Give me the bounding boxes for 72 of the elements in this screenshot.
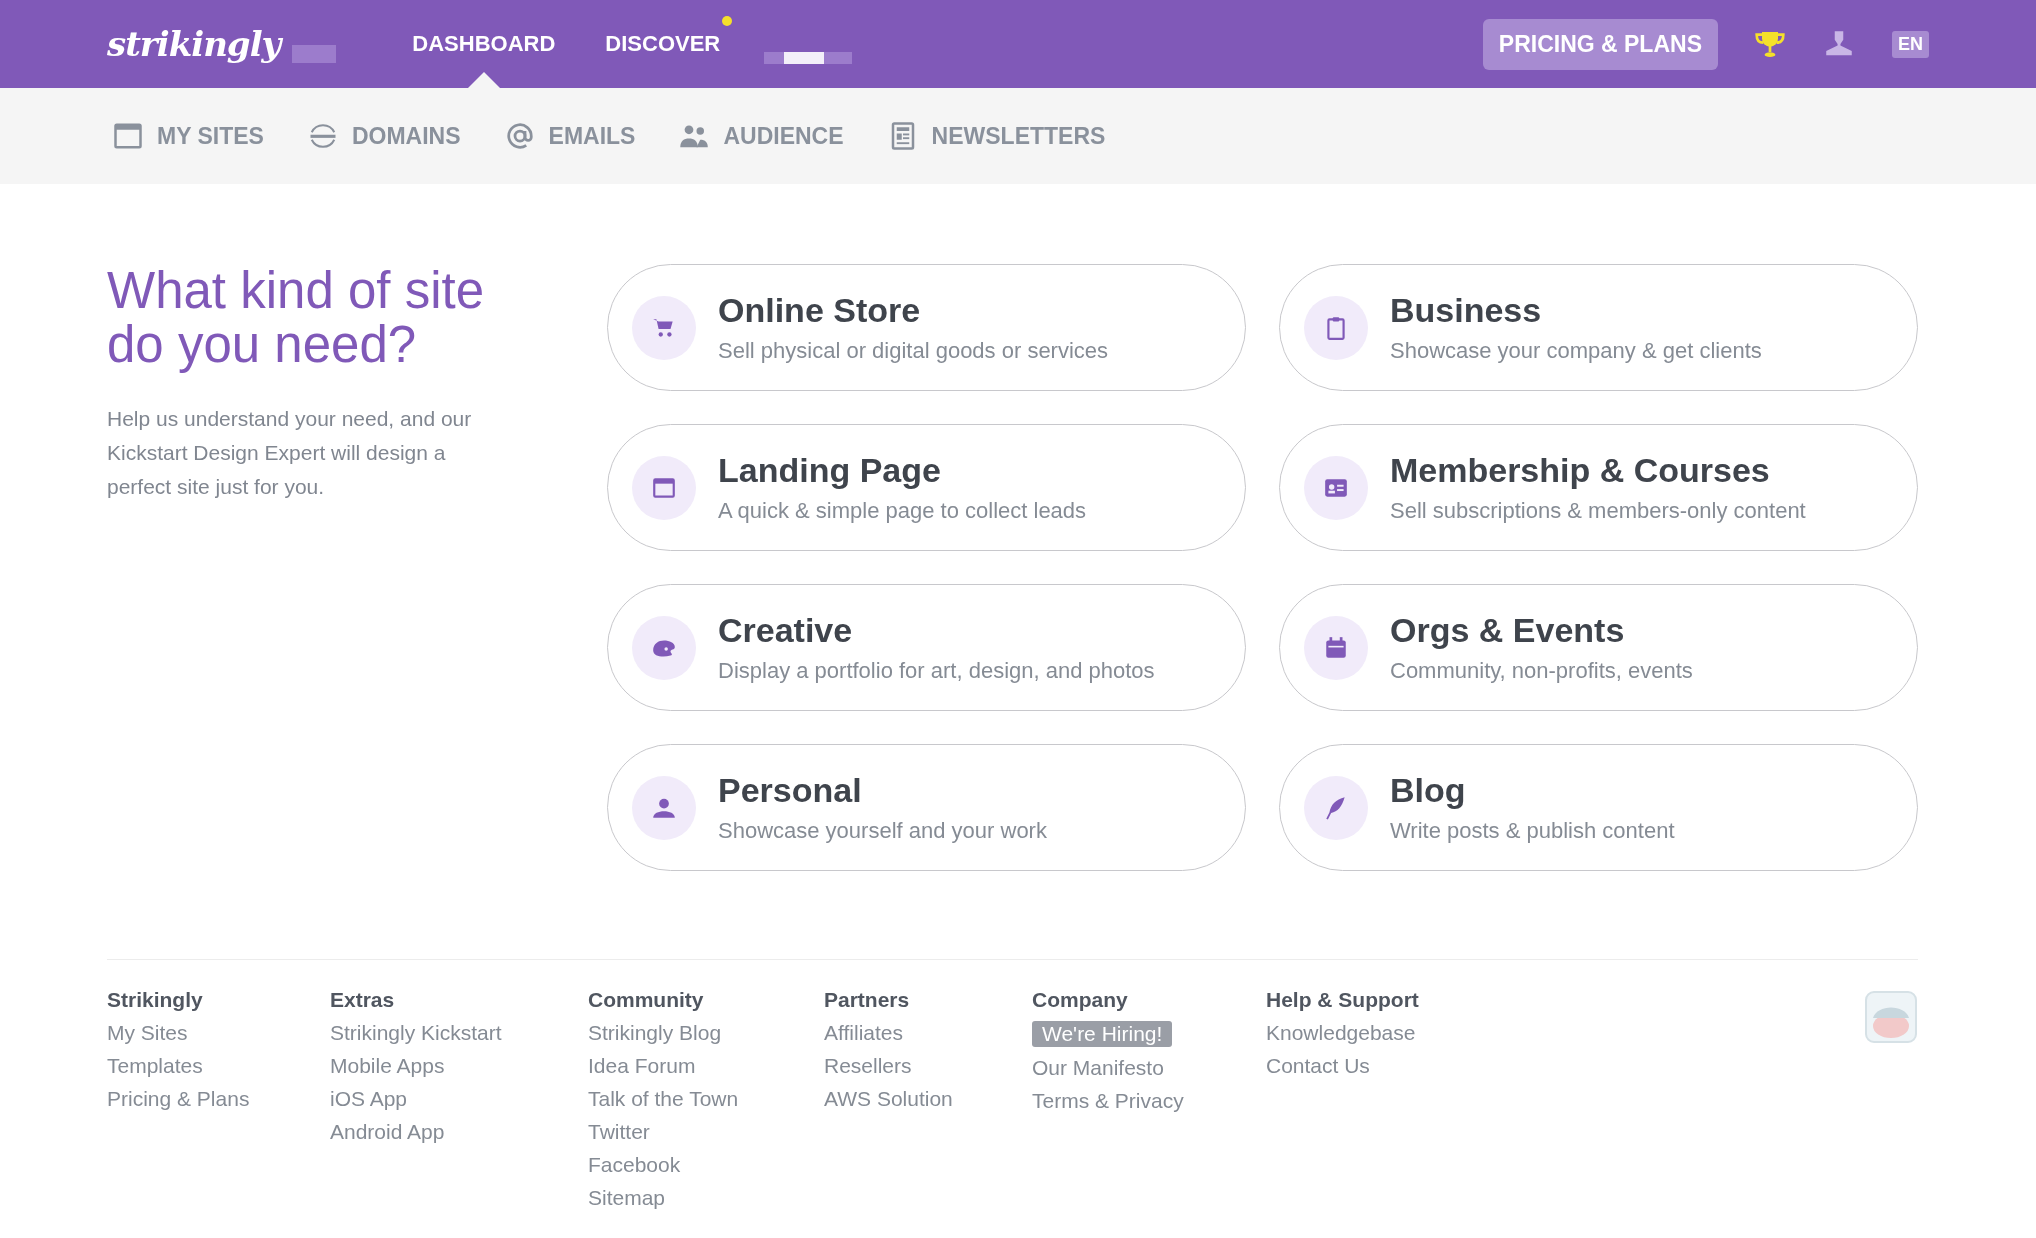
footer-heading: Extras (330, 988, 396, 1012)
site-type-card[interactable]: Online Store Sell physical or digital goods or services (607, 264, 1246, 391)
footer-link[interactable]: iOS App (330, 1087, 408, 1111)
card-description: Community, non-profits, events (1390, 658, 1693, 684)
footer-heading: Company (1032, 988, 1129, 1012)
card-description: Showcase yourself and your work (718, 818, 1047, 844)
footer-heading: Help & Support (1266, 988, 1420, 1012)
footer-link[interactable]: Affiliates (824, 1021, 903, 1045)
footer-link[interactable]: My Sites (107, 1021, 188, 1045)
footer-link[interactable]: We're Hiring! (1032, 1021, 1173, 1047)
card-description: Sell subscriptions & members-only content (1390, 498, 1806, 524)
card-description: A quick & simple page to collect leads (718, 498, 1087, 524)
footer-link[interactable]: Talk of the Town (588, 1087, 739, 1111)
footer-link[interactable]: Resellers (824, 1054, 912, 1078)
subnav-link[interactable]: DOMAINS (307, 121, 461, 151)
footer-link[interactable]: Facebook (588, 1153, 681, 1177)
footer-link[interactable]: Strikingly Blog (588, 1021, 722, 1045)
footer-link[interactable]: Idea Forum (588, 1054, 696, 1078)
card-title: Landing Page (718, 451, 942, 490)
subnav-link[interactable]: NEWSLETTERS (887, 121, 1106, 151)
subnav-label: DOMAINS (351, 122, 461, 150)
card-title: Membership & Courses (1390, 451, 1771, 490)
footer-heading: Strikingly (107, 988, 204, 1012)
at-sign-icon (504, 121, 535, 151)
footer-link[interactable]: Strikingly Kickstart (330, 1021, 502, 1045)
footer-link[interactable]: Templates (107, 1054, 203, 1078)
browser-window-icon (113, 121, 143, 151)
footer-link[interactable]: Twitter (588, 1120, 650, 1144)
footer-link[interactable]: Contact Us (1266, 1054, 1370, 1078)
footer-link[interactable]: Mobile Apps (330, 1054, 445, 1078)
footer-link[interactable]: Sitemap (588, 1186, 666, 1210)
site-type-card[interactable]: Orgs & Events Community, non-profits, events (1279, 584, 1918, 711)
subnav-link[interactable]: AUDIENCE (679, 121, 844, 151)
card-description: Write posts & publish content (1390, 818, 1675, 844)
card-title: Personal (718, 771, 863, 810)
subnav-link[interactable]: EMAILS (504, 121, 636, 151)
placeholder-block (292, 45, 337, 63)
footer-link[interactable]: Android App (330, 1120, 445, 1144)
card-title: Creative (718, 611, 854, 650)
subnav-label: EMAILS (548, 122, 636, 150)
subnav-label: NEWSLETTERS (931, 122, 1106, 150)
footer-heading: Community (588, 988, 705, 1012)
footer-heading: Partners (824, 988, 911, 1012)
language-button[interactable]: EN (1892, 30, 1929, 58)
nav-tab[interactable]: DASHBOARD (412, 0, 556, 88)
card-description: Sell physical or digital goods or services (718, 338, 1109, 364)
subnav-label: AUDIENCE (723, 122, 844, 150)
footer-link[interactable]: Our Manifesto (1032, 1056, 1164, 1080)
footer-link[interactable]: Pricing & Plans (107, 1087, 250, 1111)
footer-link[interactable]: Knowledgebase (1266, 1021, 1416, 1045)
footer-link[interactable]: AWS Solution (824, 1087, 953, 1111)
calendar-icon (1323, 634, 1349, 661)
card-description: Showcase your company & get clients (1390, 338, 1762, 364)
subnav-label: MY SITES (157, 122, 264, 150)
site-type-card[interactable]: Business Showcase your company & get clients (1279, 264, 1918, 391)
site-type-card[interactable]: Personal Showcase yourself and your work (607, 744, 1246, 871)
page-heading: What kind of site do you need? (107, 264, 485, 372)
nav-tab[interactable]: DISCOVER (605, 0, 721, 88)
card-title: Business (1390, 291, 1543, 330)
subnav-link[interactable]: MY SITES (113, 121, 264, 151)
logo[interactable]: strikingly (107, 24, 281, 64)
site-type-card[interactable]: Blog Write posts & publish content (1279, 744, 1918, 871)
site-type-card[interactable]: Landing Page A quick & simple page to collect leads (607, 424, 1246, 551)
site-type-card[interactable]: Creative Display a portfolio for art, design, and photos (607, 584, 1246, 711)
card-title: Blog (1390, 771, 1467, 810)
card-title: Online Store (718, 291, 922, 330)
site-type-card[interactable]: Membership & Courses Sell subscriptions & members-only content (1279, 424, 1918, 551)
card-title: Orgs & Events (1390, 611, 1626, 650)
card-description: Display a portfolio for art, design, and photos (718, 658, 1155, 684)
footer-link[interactable]: Terms & Privacy (1032, 1089, 1184, 1113)
pricing-button[interactable]: PRICING & PLANS (1482, 18, 1718, 70)
intro-text: Help us understand your need, and our Kickstart Design Expert will design a perfect site just for you. (107, 406, 473, 500)
